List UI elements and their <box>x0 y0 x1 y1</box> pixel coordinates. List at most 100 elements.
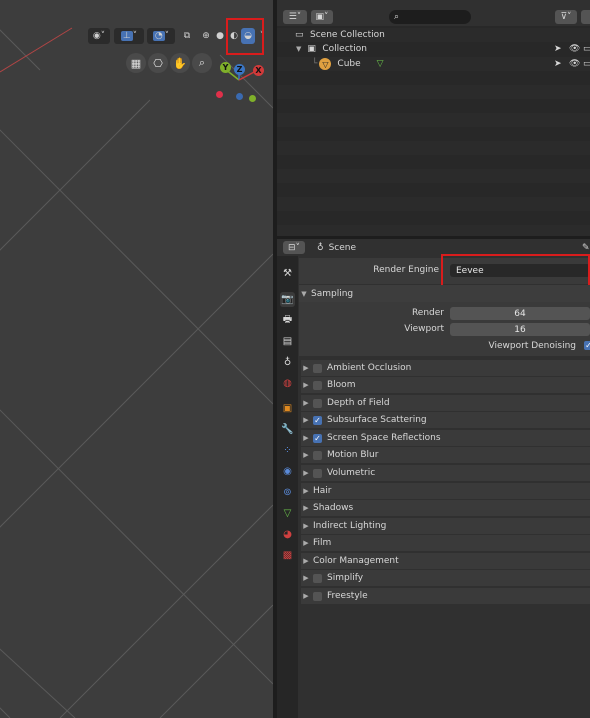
outliner-row-scene-collection[interactable]: ▭ Scene Collection <box>277 28 590 42</box>
panel-simplify[interactable]: ▶ Simplify <box>301 570 590 586</box>
gizmo-y-axis[interactable]: Y <box>220 62 231 73</box>
properties-editor[interactable]: ⊟˅ ♁ Scene ✎ ⚒ 📷 🖶 ▤ ♁ ◍ ▣ 🔧 ⁘ ◉ ⊚ ▽ ◕ ▩… <box>277 239 590 718</box>
display-mode-button[interactable]: ▣˅ <box>311 10 333 24</box>
visibility-dropdown[interactable]: ◉˅ <box>88 28 110 44</box>
new-collection-button[interactable] <box>581 10 590 24</box>
bloom-checkbox[interactable] <box>313 380 322 390</box>
outliner-empty-row <box>277 225 590 236</box>
zoom-view-button[interactable]: ⌕ <box>192 53 212 73</box>
zoom-icon: ⌕ <box>198 56 206 69</box>
panel-depth-of-field[interactable]: ▶ Depth of Field <box>301 395 590 411</box>
ambient-occlusion-checkbox[interactable] <box>313 363 322 373</box>
pan-view-button[interactable]: ✋ <box>170 53 190 73</box>
viewport-samples-value: 16 <box>514 324 526 335</box>
outliner-empty-row <box>277 85 590 99</box>
camera-restrict-icon[interactable]: ▭ <box>583 59 590 69</box>
panel-label: Ambient Occlusion <box>327 363 412 373</box>
eye-icon[interactable]: 👁 <box>569 59 580 69</box>
material-icon: ◕ <box>283 529 292 540</box>
collapsed-arrow-icon: ▶ <box>303 364 309 372</box>
panel-ambient-occlusion[interactable]: ▶ Ambient Occlusion <box>301 360 590 376</box>
freestyle-checkbox[interactable] <box>313 591 322 601</box>
simplify-checkbox[interactable] <box>313 573 322 583</box>
editor-type-button[interactable]: ⊟˅ <box>283 241 305 254</box>
outliner-row-cube[interactable]: └ ▽ Cube ▽ ➤ 👁 ▭ <box>277 57 590 71</box>
panel-label: Volumetric <box>327 468 376 478</box>
expand-arrow-icon[interactable]: ▼ <box>296 45 301 53</box>
panel-motion-blur[interactable]: ▶ Motion Blur <box>301 447 590 463</box>
panel-bloom[interactable]: ▶ Bloom <box>301 377 590 393</box>
panel-hair[interactable]: ▶ Hair <box>301 483 590 499</box>
checkmark-icon: ✓ <box>314 433 321 443</box>
filter-button[interactable]: ⊽˅ <box>555 10 577 24</box>
tab-modifiers[interactable]: 🔧 <box>280 422 295 437</box>
view-layer-icon: ▤ <box>282 336 293 347</box>
filter-icon: ⊽˅ <box>560 12 572 22</box>
camera-view-button[interactable]: ⎔ <box>148 53 168 73</box>
select-arrow-icon[interactable]: ➤ <box>554 44 562 54</box>
volumetric-checkbox[interactable] <box>313 468 322 478</box>
editor-type-button[interactable]: ☰˅ <box>283 10 307 24</box>
tab-particles[interactable]: ⁘ <box>280 443 295 458</box>
outliner-empty-row <box>277 183 590 197</box>
tab-material[interactable]: ◕ <box>280 527 295 542</box>
transform-orientation-icon: ⊥ <box>120 31 133 41</box>
grid-view-button[interactable]: ▦ <box>126 53 146 73</box>
checkmark-icon: ✓ <box>314 415 321 425</box>
panel-subsurface-scattering[interactable]: ▶ ✓ Subsurface Scattering <box>301 412 590 428</box>
properties-icon: ⊟˅ <box>287 242 301 253</box>
panel-freestyle[interactable]: ▶ Freestyle <box>301 588 590 604</box>
gizmo-neg-x[interactable] <box>216 91 223 98</box>
wireframe-shading-icon: ⊕ <box>202 31 210 41</box>
tab-tool[interactable]: ⚒ <box>280 266 295 281</box>
camera-icon: ⎔ <box>153 56 163 70</box>
viewport-denoising-checkbox[interactable]: ✓ <box>584 341 590 350</box>
gizmo-x-axis[interactable]: X <box>253 65 264 76</box>
gizmo-neg-z[interactable] <box>236 93 243 100</box>
output-icon: 🖶 <box>282 314 293 325</box>
tab-constraints[interactable]: ⊚ <box>280 485 295 500</box>
transform-orientation-dropdown[interactable]: ⊥ ˅ <box>114 28 144 44</box>
viewport-samples-field[interactable]: 16 <box>450 323 590 336</box>
panel-color-management[interactable]: ▶ Color Management <box>301 553 590 569</box>
outliner[interactable]: ☰˅ ▣˅ ⌕ ⊽˅ ▭ Scene Collection ▼ ▣ Collec… <box>277 0 590 236</box>
collapsed-arrow-icon: ▶ <box>303 574 309 582</box>
3d-viewport[interactable]: ◉˅ ⊥ ˅ ◔ ˅ ⧉ ⊕ ● ◐ ◒ ˅ ▦ ⎔ ✋ ⌕ Y Z X <box>0 0 273 718</box>
tab-physics[interactable]: ◉ <box>280 464 295 479</box>
eye-icon[interactable]: 👁 <box>569 44 580 54</box>
panel-volumetric[interactable]: ▶ Volumetric <box>301 465 590 481</box>
screen-space-reflections-checkbox[interactable]: ✓ <box>313 433 322 443</box>
depth-of-field-checkbox[interactable] <box>313 398 322 408</box>
camera-restrict-icon[interactable]: ▭ <box>583 44 590 54</box>
panel-screen-space-reflections[interactable]: ▶ ✓ Screen Space Reflections <box>301 430 590 446</box>
gizmo-x-label: X <box>255 66 262 75</box>
wireframe-shading-button[interactable]: ⊕ <box>199 28 213 44</box>
tab-render[interactable]: 📷 <box>280 292 295 307</box>
xray-toggle[interactable]: ⧉ <box>180 28 194 44</box>
select-arrow-icon[interactable]: ➤ <box>554 59 562 69</box>
tab-output[interactable]: 🖶 <box>280 313 295 328</box>
gizmo-neg-y[interactable] <box>249 95 256 102</box>
overlay-dropdown[interactable]: ◔ ˅ <box>147 28 175 44</box>
mesh-data-icon: ▽ <box>283 508 292 519</box>
tab-world[interactable]: ◍ <box>280 376 295 391</box>
subsurface-scattering-checkbox[interactable]: ✓ <box>313 415 322 425</box>
gizmo-z-axis[interactable]: Z <box>234 64 245 75</box>
render-samples-field[interactable]: 64 <box>450 307 590 320</box>
tab-scene[interactable]: ♁ <box>280 355 295 370</box>
sampling-panel-header[interactable]: ▼ Sampling <box>299 285 590 302</box>
panel-indirect-lighting[interactable]: ▶ Indirect Lighting <box>301 518 590 534</box>
tab-data[interactable]: ▽ <box>280 506 295 521</box>
pin-icon[interactable]: ✎ <box>582 243 590 253</box>
tab-view-layer[interactable]: ▤ <box>280 334 295 349</box>
panel-shadows[interactable]: ▶ Shadows <box>301 500 590 516</box>
panel-film[interactable]: ▶ Film <box>301 535 590 551</box>
solid-shading-button[interactable]: ● <box>213 28 227 44</box>
motion-blur-checkbox[interactable] <box>313 450 322 460</box>
tab-object[interactable]: ▣ <box>280 401 295 416</box>
outliner-row-collection[interactable]: ▼ ▣ Collection ➤ 👁 ▭ <box>277 42 590 56</box>
outliner-search-field[interactable]: ⌕ <box>389 10 471 24</box>
world-icon: ◍ <box>283 378 292 389</box>
tab-texture[interactable]: ▩ <box>280 548 295 563</box>
grid-view-icon: ▦ <box>130 56 142 70</box>
